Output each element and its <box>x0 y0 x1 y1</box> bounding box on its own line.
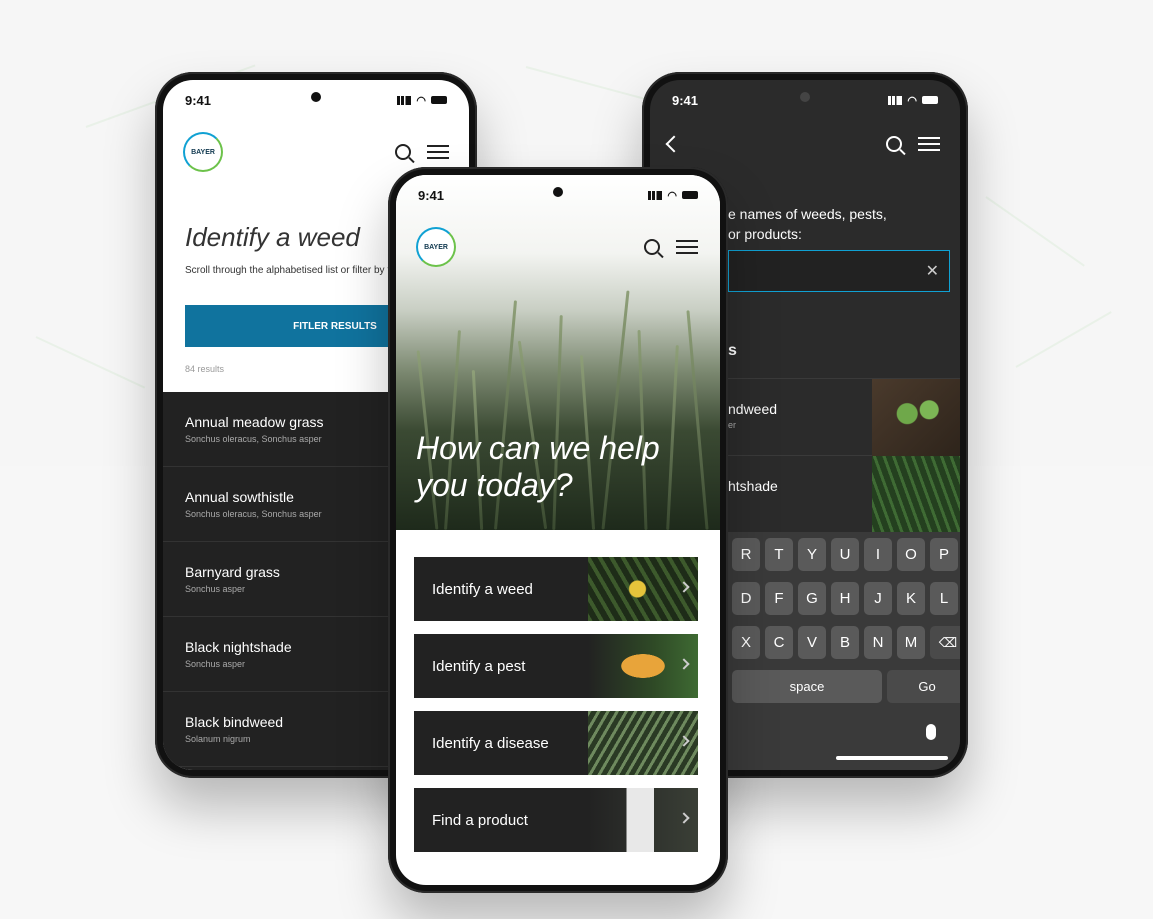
search-result[interactable]: ndweed er <box>728 378 960 456</box>
keyboard-row: space Go <box>732 670 960 703</box>
clear-icon[interactable]: ✕ <box>926 261 939 281</box>
delete-key-icon[interactable]: ⌫ <box>930 626 960 659</box>
key[interactable]: Y <box>798 538 826 571</box>
search-icon[interactable] <box>886 136 902 152</box>
app-header: BAYER <box>416 227 698 267</box>
identify-pest-card[interactable]: Identify a pest <box>414 634 698 698</box>
status-icons: ◠ <box>888 94 938 107</box>
wifi-icon: ◠ <box>907 94 917 107</box>
search-header <box>665 135 940 153</box>
result-thumbnail <box>872 379 960 456</box>
battery-icon <box>431 96 447 104</box>
logo-text: BAYER <box>191 148 215 156</box>
key[interactable]: D <box>732 582 760 615</box>
find-product-card[interactable]: Find a product <box>414 788 698 852</box>
key[interactable]: I <box>864 538 892 571</box>
key[interactable]: T <box>765 538 793 571</box>
status-time: 9:41 <box>185 92 212 108</box>
search-input[interactable]: ✕ <box>728 250 950 292</box>
back-arrow-icon[interactable] <box>665 135 683 153</box>
menu-icon[interactable] <box>676 240 698 254</box>
signal-icon <box>648 190 663 200</box>
home-screen: 9:41 ◠ BAYER How can we help you today? … <box>396 175 720 885</box>
status-time: 9:41 <box>418 187 445 203</box>
logo-text: BAYER <box>424 243 448 251</box>
go-key[interactable]: Go <box>887 670 960 703</box>
key[interactable]: J <box>864 582 892 615</box>
results-section-heading: s <box>728 342 737 359</box>
wifi-icon: ◠ <box>667 189 677 202</box>
signal-icon <box>397 95 412 105</box>
key[interactable]: K <box>897 582 925 615</box>
microphone-icon[interactable] <box>926 724 936 740</box>
key[interactable]: U <box>831 538 859 571</box>
key[interactable]: F <box>765 582 793 615</box>
keyboard: R T Y U I O P D F G H J K L X C V B N M … <box>728 532 960 770</box>
status-icons: ◠ <box>397 94 447 107</box>
card-label: Identify a disease <box>432 734 549 752</box>
signal-icon <box>888 95 903 105</box>
wifi-icon: ◠ <box>416 94 426 107</box>
key[interactable]: H <box>831 582 859 615</box>
result-count: 84 results <box>185 364 225 374</box>
battery-icon <box>922 96 938 104</box>
menu-icon[interactable] <box>427 145 449 159</box>
keyboard-row: D F G H J K L <box>732 582 958 615</box>
status-time: 9:41 <box>672 92 699 108</box>
card-label: Identify a weed <box>432 580 533 598</box>
key[interactable]: V <box>798 626 826 659</box>
key[interactable]: C <box>765 626 793 659</box>
key[interactable]: X <box>732 626 760 659</box>
hero-heading: How can we help you today? <box>416 430 660 503</box>
search-icon[interactable] <box>644 239 660 255</box>
bayer-logo[interactable]: BAYER <box>183 132 223 172</box>
search-prompt: e names of weeds, pests, or products: <box>728 204 887 244</box>
page-title: Identify a weed <box>185 222 360 252</box>
space-key[interactable]: space <box>732 670 882 703</box>
key[interactable]: O <box>897 538 925 571</box>
home-indicator <box>836 756 948 760</box>
key[interactable]: N <box>864 626 892 659</box>
keyboard-row: R T Y U I O P <box>732 538 958 571</box>
key[interactable]: P <box>930 538 958 571</box>
search-result[interactable]: htshade <box>728 456 960 534</box>
search-prompt-line2: or products: <box>728 226 802 242</box>
camera-notch <box>311 92 321 102</box>
key[interactable]: R <box>732 538 760 571</box>
camera-notch <box>800 92 810 102</box>
result-thumbnail <box>872 456 960 533</box>
identify-weed-card[interactable]: Identify a weed <box>414 557 698 621</box>
bayer-logo[interactable]: BAYER <box>416 227 456 267</box>
menu-icon[interactable] <box>918 137 940 151</box>
key[interactable]: L <box>930 582 958 615</box>
keyboard-row: X C V B N M ⌫ <box>732 626 960 659</box>
battery-icon <box>682 191 698 199</box>
search-icon[interactable] <box>395 144 411 160</box>
camera-notch <box>553 187 563 197</box>
identify-disease-card[interactable]: Identify a disease <box>414 711 698 775</box>
search-prompt-line1: e names of weeds, pests, <box>728 206 887 222</box>
key[interactable]: G <box>798 582 826 615</box>
status-icons: ◠ <box>648 189 698 202</box>
card-label: Identify a pest <box>432 657 526 675</box>
key[interactable]: M <box>897 626 925 659</box>
action-cards: Identify a weed Identify a pest Identify… <box>414 557 698 865</box>
card-label: Find a product <box>432 811 528 829</box>
app-header: BAYER <box>183 132 449 172</box>
key[interactable]: B <box>831 626 859 659</box>
phone-home: 9:41 ◠ BAYER How can we help you today? … <box>388 167 728 893</box>
